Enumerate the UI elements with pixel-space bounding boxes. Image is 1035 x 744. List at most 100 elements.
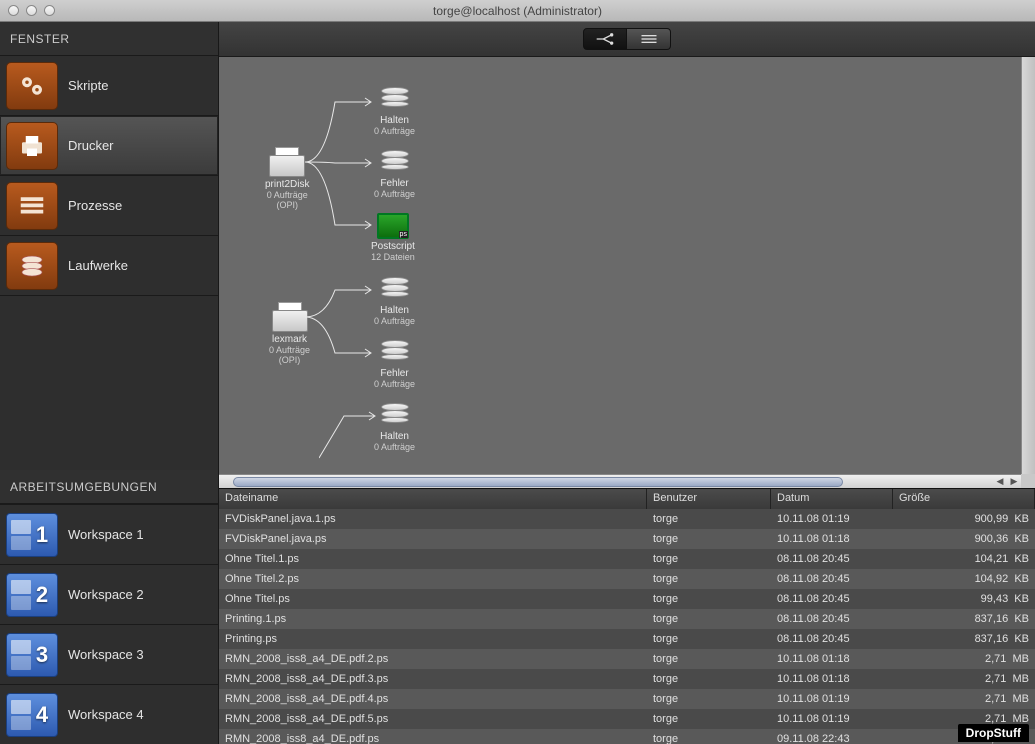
workspace-item-3[interactable]: 3 Workspace 3: [0, 624, 218, 684]
table-row[interactable]: FVDiskPanel.java.1.pstorge10.11.08 01:19…: [219, 509, 1035, 529]
disks-icon: [379, 277, 411, 303]
cell-name: FVDiskPanel.java.1.ps: [219, 513, 647, 525]
scrollbar-thumb[interactable]: [233, 477, 843, 487]
file-list-header: Dateiname Benutzer Datum Größe: [219, 489, 1035, 509]
sidebar-item-drucker[interactable]: Drucker: [0, 116, 218, 176]
table-row[interactable]: Ohne Titel.1.pstorge08.11.08 20:45104,21…: [219, 549, 1035, 569]
process-list-icon: [6, 182, 58, 230]
minimize-window-button[interactable]: [26, 5, 37, 16]
table-row[interactable]: RMN_2008_iss8_a4_DE.pdf.3.pstorge10.11.0…: [219, 669, 1035, 689]
branch-node-fehler[interactable]: Fehler 0 Aufträge: [374, 340, 415, 389]
folder-icon: [377, 213, 409, 239]
drives-icon: [6, 242, 58, 290]
branch-node-halten[interactable]: Halten 0 Aufträge: [374, 87, 415, 136]
cell-user: torge: [647, 733, 771, 744]
scroll-left-icon[interactable]: ◀: [993, 475, 1007, 489]
cell-size: 837,16 KB: [893, 633, 1035, 645]
cell-user: torge: [647, 713, 771, 725]
sidebar: FENSTER Skripte Drucker Prozesse Laufwer…: [0, 22, 219, 744]
workspace-badge-icon: 4: [6, 693, 58, 737]
cell-date: 10.11.08 01:19: [771, 513, 893, 525]
vertical-scrollbar[interactable]: [1021, 57, 1035, 474]
workspace-badge-icon: 3: [6, 633, 58, 677]
cell-user: torge: [647, 613, 771, 625]
cell-date: 10.11.08 01:18: [771, 653, 893, 665]
close-window-button[interactable]: [8, 5, 19, 16]
table-row[interactable]: Ohne Titel.pstorge08.11.08 20:4599,43 KB: [219, 589, 1035, 609]
branch-node-halten[interactable]: Halten 0 Aufträge: [374, 277, 415, 326]
workspace-item-1[interactable]: 1 Workspace 1: [0, 504, 218, 564]
table-row[interactable]: FVDiskPanel.java.pstorge10.11.08 01:1890…: [219, 529, 1035, 549]
source-node-lexmark[interactable]: lexmark 0 Aufträge (OPI): [269, 302, 310, 365]
cell-size: 837,16 KB: [893, 613, 1035, 625]
view-list-button[interactable]: [627, 28, 671, 50]
cell-name: Ohne Titel.2.ps: [219, 573, 647, 585]
table-row[interactable]: RMN_2008_iss8_a4_DE.pdf.2.pstorge10.11.0…: [219, 649, 1035, 669]
workspace-item-2[interactable]: 2 Workspace 2: [0, 564, 218, 624]
sidebar-item-label: Skripte: [68, 78, 108, 93]
cell-size: 2,71 MB: [893, 693, 1035, 705]
table-row[interactable]: RMN_2008_iss8_a4_DE.pdf.5.pstorge10.11.0…: [219, 709, 1035, 729]
cell-size: 2,71 MB: [893, 653, 1035, 665]
sidebar-item-label: Prozesse: [68, 198, 122, 213]
flow-icon: [595, 32, 615, 46]
sidebar-item-laufwerke[interactable]: Laufwerke: [0, 236, 218, 296]
dropstuff-badge[interactable]: DropStuff: [958, 724, 1029, 742]
cell-date: 08.11.08 20:45: [771, 633, 893, 645]
column-header-date[interactable]: Datum: [771, 489, 893, 509]
table-row[interactable]: RMN_2008_iss8_a4_DE.pdf.4.pstorge10.11.0…: [219, 689, 1035, 709]
branch-node-postscript[interactable]: Postscript 12 Dateien: [371, 213, 415, 262]
printer-icon: [6, 122, 58, 170]
column-header-size[interactable]: Größe: [893, 489, 1035, 509]
workspace-label: Workspace 1: [68, 527, 144, 542]
workspace-item-4[interactable]: 4 Workspace 4: [0, 684, 218, 744]
table-row[interactable]: Printing.1.pstorge08.11.08 20:45837,16 K…: [219, 609, 1035, 629]
sidebar-item-skripte[interactable]: Skripte: [0, 56, 218, 116]
workspace-label: Workspace 4: [68, 707, 144, 722]
disks-icon: [379, 403, 411, 429]
cell-name: RMN_2008_iss8_a4_DE.pdf.4.ps: [219, 693, 647, 705]
file-list-rows: FVDiskPanel.java.1.pstorge10.11.08 01:19…: [219, 509, 1035, 744]
sidebar-item-label: Laufwerke: [68, 258, 128, 273]
cell-user: torge: [647, 593, 771, 605]
source-node-print2disk[interactable]: print2Disk 0 Aufträge (OPI): [265, 147, 309, 210]
cell-date: 08.11.08 20:45: [771, 593, 893, 605]
column-header-user[interactable]: Benutzer: [647, 489, 771, 509]
view-flow-button[interactable]: [583, 28, 627, 50]
cell-date: 10.11.08 01:18: [771, 533, 893, 545]
cell-name: RMN_2008_iss8_a4_DE.pdf.ps: [219, 733, 647, 744]
cell-name: Printing.1.ps: [219, 613, 647, 625]
cell-size: 2,71 MB: [893, 673, 1035, 685]
disks-icon: [379, 340, 411, 366]
cell-user: torge: [647, 693, 771, 705]
main-area: print2Disk 0 Aufträge (OPI) Halten 0 Auf…: [219, 22, 1035, 744]
workspace-badge-icon: 1: [6, 513, 58, 557]
cell-date: 10.11.08 01:18: [771, 673, 893, 685]
sidebar-header-workspaces: ARBEITSUMGEBUNGEN: [0, 470, 218, 504]
cell-size: 900,36 KB: [893, 533, 1035, 545]
cell-user: torge: [647, 573, 771, 585]
cell-name: FVDiskPanel.java.ps: [219, 533, 647, 545]
cell-user: torge: [647, 513, 771, 525]
branch-node-halten[interactable]: Halten 0 Aufträge: [374, 403, 415, 452]
table-row[interactable]: RMN_2008_iss8_a4_DE.pdf.pstorge09.11.08 …: [219, 729, 1035, 744]
cell-date: 08.11.08 20:45: [771, 613, 893, 625]
gears-icon: [6, 62, 58, 110]
branch-node-fehler[interactable]: Fehler 0 Aufträge: [374, 150, 415, 199]
printer-icon: [267, 147, 307, 177]
titlebar: torge@localhost (Administrator): [0, 0, 1035, 22]
workspace-badge-icon: 2: [6, 573, 58, 617]
horizontal-scrollbar[interactable]: ◀ ▶: [219, 474, 1021, 488]
cell-date: 10.11.08 01:19: [771, 693, 893, 705]
cell-user: torge: [647, 673, 771, 685]
zoom-window-button[interactable]: [44, 5, 55, 16]
cell-user: torge: [647, 653, 771, 665]
scroll-right-icon[interactable]: ▶: [1007, 475, 1021, 489]
sidebar-item-prozesse[interactable]: Prozesse: [0, 176, 218, 236]
flow-canvas[interactable]: print2Disk 0 Aufträge (OPI) Halten 0 Auf…: [219, 57, 1035, 488]
column-header-name[interactable]: Dateiname: [219, 489, 647, 509]
table-row[interactable]: Printing.pstorge08.11.08 20:45837,16 KB: [219, 629, 1035, 649]
cell-size: 104,92 KB: [893, 573, 1035, 585]
connector-lines: [305, 277, 385, 387]
table-row[interactable]: Ohne Titel.2.pstorge08.11.08 20:45104,92…: [219, 569, 1035, 589]
